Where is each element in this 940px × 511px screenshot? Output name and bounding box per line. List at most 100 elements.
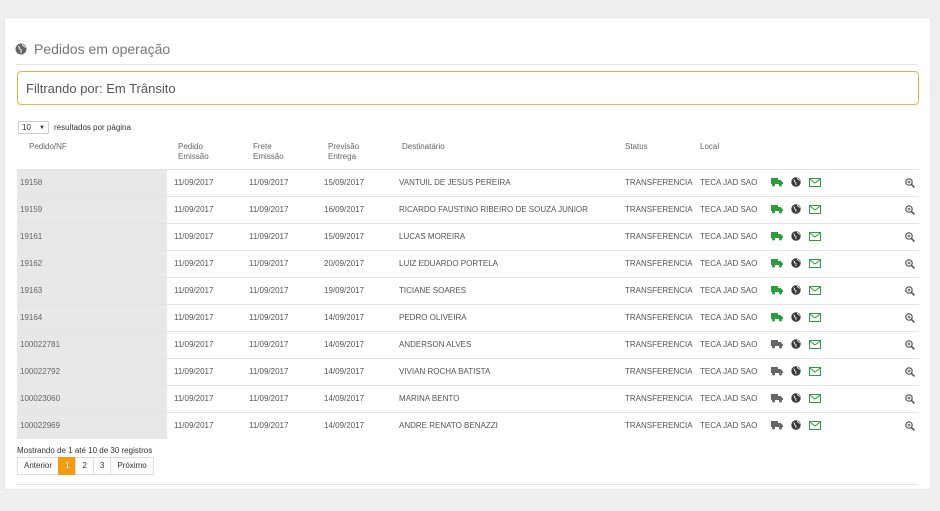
cell-pedido: 100022781 xyxy=(17,332,167,358)
globe-icon[interactable] xyxy=(791,366,801,376)
zoom-in-icon[interactable] xyxy=(905,367,915,377)
mail-icon[interactable] xyxy=(809,258,821,268)
table-row: 100022781 11/09/2017 11/09/2017 14/09/20… xyxy=(17,331,919,358)
truck-icon[interactable] xyxy=(771,204,783,214)
cell-frete: 11/09/2017 xyxy=(249,178,289,187)
col-destinatario[interactable]: Destinatário xyxy=(402,142,445,152)
cell-status: TRANSFERENCIA xyxy=(625,259,693,268)
zoom-in-icon[interactable] xyxy=(905,340,915,350)
cell-previsao: 19/09/2017 xyxy=(324,286,365,295)
cell-status: TRANSFERENCIA xyxy=(625,205,693,214)
cell-destinatario: VIVIAN ROCHA BATISTA xyxy=(399,367,491,376)
globe-icon[interactable] xyxy=(791,204,801,214)
cell-local: TECA JAD SAO xyxy=(700,178,758,187)
cell-frete: 11/09/2017 xyxy=(249,313,289,322)
globe-icon[interactable] xyxy=(791,285,801,295)
mail-icon[interactable] xyxy=(809,285,821,295)
cell-local: TECA JAD SAO xyxy=(700,367,758,376)
truck-icon[interactable] xyxy=(771,339,783,349)
zoom-in-icon[interactable] xyxy=(905,178,915,188)
mail-icon[interactable] xyxy=(809,339,821,349)
truck-icon[interactable] xyxy=(771,258,783,268)
truck-icon[interactable] xyxy=(771,366,783,376)
mail-icon[interactable] xyxy=(809,393,821,403)
mail-icon[interactable] xyxy=(809,177,821,187)
zoom-in-icon[interactable] xyxy=(905,205,915,215)
mail-icon[interactable] xyxy=(809,312,821,322)
table-row: 19159 11/09/2017 11/09/2017 16/09/2017 R… xyxy=(17,196,919,223)
cell-frete: 11/09/2017 xyxy=(249,232,289,241)
truck-icon[interactable] xyxy=(771,177,783,187)
divider xyxy=(16,64,918,65)
cell-destinatario: PEDRO OLIVEIRA xyxy=(399,313,467,322)
cell-pedido: 19159 xyxy=(17,197,167,223)
col-frete[interactable]: Frete Emissão xyxy=(253,142,293,162)
zoom-in-icon[interactable] xyxy=(905,259,915,269)
cell-local: TECA JAD SAO xyxy=(700,232,758,241)
page-length-value: 10 xyxy=(22,123,31,132)
cell-status: TRANSFERENCIA xyxy=(625,340,693,349)
globe-icon[interactable] xyxy=(791,258,801,268)
truck-icon[interactable] xyxy=(771,312,783,322)
zoom-in-icon[interactable] xyxy=(905,394,915,404)
cell-frete: 11/09/2017 xyxy=(249,286,289,295)
col-emissao[interactable]: Pedido Emissão xyxy=(178,142,218,162)
col-status[interactable]: Status xyxy=(625,142,648,152)
cell-frete: 11/09/2017 xyxy=(249,340,289,349)
truck-icon[interactable] xyxy=(771,285,783,295)
cell-pedido: 100022969 xyxy=(17,413,167,439)
cell-emissao: 11/09/2017 xyxy=(174,313,214,322)
pagination-prev[interactable]: Anterior xyxy=(17,457,60,475)
globe-icon[interactable] xyxy=(791,393,801,403)
globe-icon[interactable] xyxy=(791,312,801,322)
cell-status: TRANSFERENCIA xyxy=(625,313,693,322)
truck-icon[interactable] xyxy=(771,420,783,430)
col-pedido[interactable]: Pedido/NF xyxy=(29,142,67,152)
globe-icon[interactable] xyxy=(791,339,801,349)
mail-icon[interactable] xyxy=(809,366,821,376)
mail-icon[interactable] xyxy=(809,204,821,214)
cell-emissao: 11/09/2017 xyxy=(174,205,214,214)
mail-icon[interactable] xyxy=(809,231,821,241)
cell-previsao: 14/09/2017 xyxy=(324,394,365,403)
chevron-down-icon: ▼ xyxy=(39,124,45,131)
globe-icon[interactable] xyxy=(791,420,801,430)
page-length-select[interactable]: 10 ▼ xyxy=(18,121,49,134)
zoom-in-icon[interactable] xyxy=(905,313,915,323)
globe-icon[interactable] xyxy=(791,177,801,187)
col-local[interactable]: Local xyxy=(700,142,719,152)
zoom-in-icon[interactable] xyxy=(905,232,915,242)
table-row: 100023060 11/09/2017 11/09/2017 14/09/20… xyxy=(17,385,919,412)
table-row: 19162 11/09/2017 11/09/2017 20/09/2017 L… xyxy=(17,250,919,277)
pagination-page-2[interactable]: 2 xyxy=(75,457,94,475)
cell-local: TECA JAD SAO xyxy=(700,340,758,349)
page-title: Pedidos em operação xyxy=(34,41,171,57)
pagination-page-1[interactable]: 1 xyxy=(58,457,77,475)
cell-local: TECA JAD SAO xyxy=(700,286,758,295)
cell-destinatario: ANDRE RENATO BENAZZI xyxy=(399,421,498,430)
pagination-next[interactable]: Próximo xyxy=(110,457,154,475)
panel-header: Pedidos em operação xyxy=(15,39,170,59)
zoom-in-icon[interactable] xyxy=(905,421,915,431)
cell-previsao: 20/09/2017 xyxy=(324,259,365,268)
table-row: 19161 11/09/2017 11/09/2017 15/09/2017 L… xyxy=(17,223,919,250)
mail-icon[interactable] xyxy=(809,420,821,430)
cell-status: TRANSFERENCIA xyxy=(625,394,693,403)
cell-previsao: 14/09/2017 xyxy=(324,421,365,430)
page-length-label: resultados por página xyxy=(54,123,131,132)
filter-label: Filtrando por: Em Trânsito xyxy=(26,80,176,96)
cell-status: TRANSFERENCIA xyxy=(625,286,693,295)
cell-destinatario: VANTUIL DE JESUS PEREIRA xyxy=(399,178,511,187)
filter-banner: Filtrando por: Em Trânsito xyxy=(17,71,919,105)
truck-icon[interactable] xyxy=(771,231,783,241)
col-previsao[interactable]: Previsão Entrega xyxy=(328,142,368,162)
cell-previsao: 15/09/2017 xyxy=(324,178,365,187)
truck-icon[interactable] xyxy=(771,393,783,403)
cell-destinatario: TICIANE SOARES xyxy=(399,286,467,295)
cell-emissao: 11/09/2017 xyxy=(174,340,214,349)
pagination-page-3[interactable]: 3 xyxy=(92,457,112,475)
cell-local: TECA JAD SAO xyxy=(700,205,758,214)
zoom-in-icon[interactable] xyxy=(905,286,915,296)
cell-pedido: 100022792 xyxy=(17,359,167,385)
globe-icon[interactable] xyxy=(791,231,801,241)
